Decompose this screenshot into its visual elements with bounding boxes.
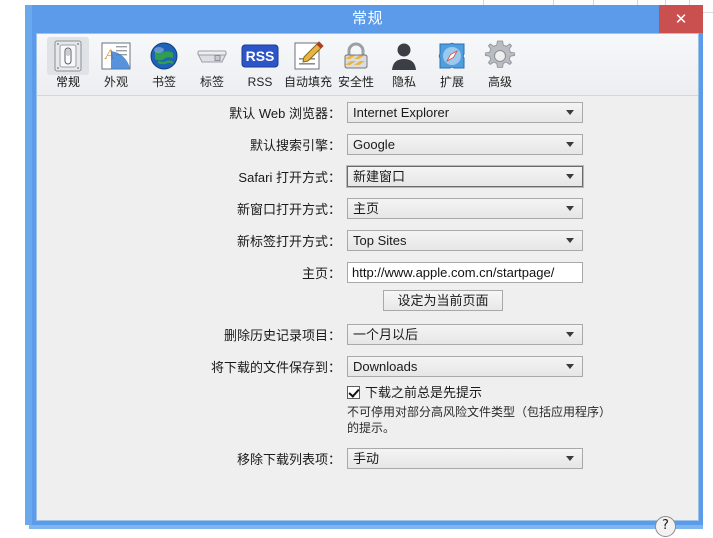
toolbar-item-常规[interactable]: 常规 [41, 37, 95, 94]
toolbar-item-扩展[interactable]: 扩展 [425, 37, 479, 94]
toolbar-item-label: 外观 [103, 75, 128, 89]
select-default-browser[interactable]: Internet Explorer [347, 102, 583, 123]
label-homepage: 主页： [301, 266, 341, 281]
autofill-pencil-icon [287, 37, 329, 75]
select-new-window-opens[interactable]: 主页 [347, 198, 583, 219]
toolbar-item-安全性[interactable]: 安全性 [329, 37, 383, 94]
tab-icon [191, 37, 233, 75]
globe-icon [143, 37, 185, 75]
label-download-location: 将下载的文件保存到： [210, 360, 341, 375]
svg-text:RSS: RSS [246, 48, 275, 64]
label-new-tab-opens: 新标签打开方式： [236, 234, 341, 249]
select-default-search-value: Google [353, 137, 395, 152]
row-remove-history: 删除历史记录项目： 一个月以后 [37, 324, 698, 348]
label-remove-history: 删除历史记录项目： [223, 328, 341, 343]
label-new-window-opens: 新窗口打开方式： [236, 202, 341, 217]
toolbar-item-高级[interactable]: 高级 [473, 37, 527, 94]
appearance-icon: A [95, 37, 137, 75]
toolbar-item-外观[interactable]: A 外观 [89, 37, 143, 94]
toolbar-item-label: RSS [247, 75, 273, 89]
general-settings-form: 默认 Web 浏览器： Internet Explorer 默认搜索引擎： Go… [37, 96, 698, 537]
row-set-current-page: 设定为当前页面 [37, 290, 698, 314]
chevron-down-icon [566, 205, 575, 214]
toolbar-item-label: 隐私 [391, 75, 416, 89]
toolbar-item-书签[interactable]: 书签 [137, 37, 191, 94]
select-download-location[interactable]: Downloads [347, 356, 583, 377]
select-remove-download-items-value: 手动 [353, 451, 380, 466]
chevron-down-icon [566, 141, 575, 150]
always-prompt-checkbox[interactable] [347, 386, 360, 399]
select-new-tab-opens-value: Top Sites [353, 233, 407, 248]
preferences-toolbar: 常规 A 外观 书签 标签 RSS RSS 自动填充 安全性 隐私 扩展 高级 [37, 34, 698, 96]
select-default-search[interactable]: Google [347, 134, 583, 155]
row-remove-download-items: 移除下载列表项： 手动 [37, 448, 698, 472]
row-download-location: 将下载的文件保存到： Downloads [37, 356, 698, 380]
toolbar-item-label: 自动填充 [283, 75, 332, 89]
label-default-search: 默认搜索引擎： [249, 138, 341, 153]
window-title: 常规 [351, 10, 383, 27]
always-prompt-hint: 不可停用对部分高风险文件类型（包括应用程序）的提示。 [347, 405, 606, 435]
toolbar-item-label: 安全性 [337, 75, 374, 89]
always-prompt-checkbox-row[interactable]: 下载之前总是先提示 [347, 384, 482, 401]
title-bar[interactable]: 常规 ✕ [32, 5, 703, 33]
select-new-window-opens-value: 主页 [353, 201, 380, 216]
preferences-window: 常规 ✕ 常规 A 外观 书签 标签 RSS RSS 自动填充 安全性 隐私 扩… [32, 5, 703, 537]
chevron-down-icon [566, 331, 575, 340]
chevron-down-icon [566, 173, 575, 182]
toolbar-item-RSS[interactable]: RSS RSS [233, 37, 287, 94]
puzzle-compass-icon [431, 37, 473, 75]
toolbar-item-标签[interactable]: 标签 [185, 37, 239, 94]
row-homepage: 主页： [37, 262, 698, 286]
toolbar-item-label: 高级 [487, 75, 512, 89]
set-current-page-button[interactable]: 设定为当前页面 [383, 290, 503, 311]
chevron-down-icon [566, 109, 575, 118]
rss-icon: RSS [239, 37, 281, 75]
label-remove-download-items: 移除下载列表项： [236, 452, 341, 467]
close-button[interactable]: ✕ [659, 5, 703, 33]
help-button[interactable]: ? [655, 516, 676, 537]
row-new-window-opens: 新窗口打开方式： 主页 [37, 198, 698, 222]
row-safari-opens: Safari 打开方式： 新建窗口 [37, 166, 698, 190]
select-new-tab-opens[interactable]: Top Sites [347, 230, 583, 251]
label-safari-opens: Safari 打开方式： [238, 170, 341, 185]
person-silhouette-icon [383, 37, 425, 75]
padlock-icon [335, 37, 377, 75]
select-remove-history-value: 一个月以后 [353, 327, 419, 342]
label-default-browser: 默认 Web 浏览器： [229, 106, 341, 121]
row-default-browser: 默认 Web 浏览器： Internet Explorer [37, 102, 698, 126]
switch-plate-icon [47, 37, 89, 75]
client-area: 常规 A 外观 书签 标签 RSS RSS 自动填充 安全性 隐私 扩展 高级 … [36, 33, 699, 537]
toolbar-item-自动填充[interactable]: 自动填充 [281, 37, 335, 94]
toolbar-item-label: 书签 [151, 75, 176, 89]
always-prompt-label: 下载之前总是先提示 [365, 385, 483, 400]
row-new-tab-opens: 新标签打开方式： Top Sites [37, 230, 698, 254]
row-default-search: 默认搜索引擎： Google [37, 134, 698, 158]
select-safari-opens-value: 新建窗口 [353, 169, 406, 184]
toolbar-item-label: 扩展 [439, 75, 464, 89]
chevron-down-icon [566, 363, 575, 372]
chevron-down-icon [566, 237, 575, 246]
select-default-browser-value: Internet Explorer [353, 105, 450, 120]
toolbar-item-隐私[interactable]: 隐私 [377, 37, 431, 94]
gear-icon [479, 37, 521, 75]
chevron-down-icon [566, 455, 575, 464]
select-remove-download-items[interactable]: 手动 [347, 448, 583, 469]
toolbar-item-label: 常规 [55, 75, 80, 89]
select-download-location-value: Downloads [353, 359, 418, 374]
homepage-input[interactable] [347, 262, 583, 283]
toolbar-item-label: 标签 [199, 75, 224, 89]
select-safari-opens[interactable]: 新建窗口 [347, 166, 583, 187]
select-remove-history[interactable]: 一个月以后 [347, 324, 583, 345]
